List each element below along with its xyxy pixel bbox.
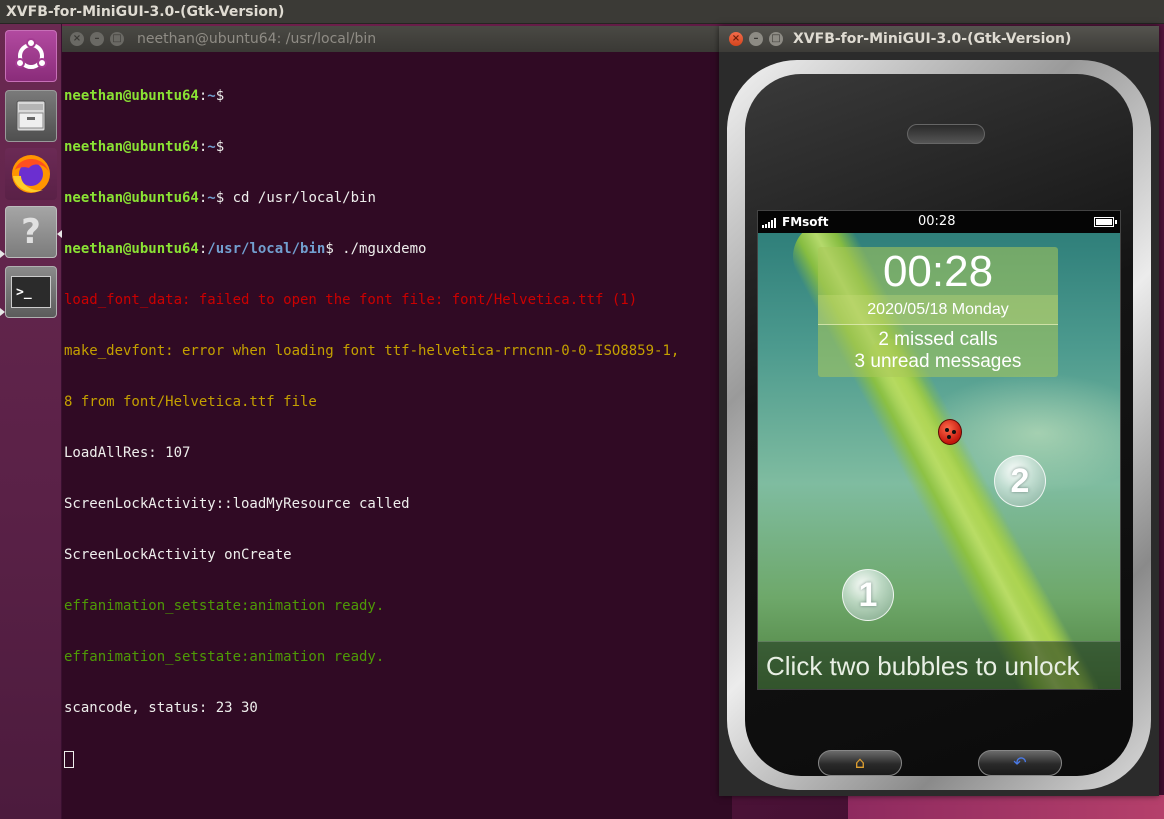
emulator-window[interactable]: × – □ XVFB-for-MiniGUI-3.0-(Gtk-Version)…	[719, 26, 1159, 796]
prompt-user: neethan@ubuntu64	[64, 88, 199, 104]
emulator-titlebar[interactable]: × – □ XVFB-for-MiniGUI-3.0-(Gtk-Version)	[719, 26, 1159, 52]
terminal-output-line: LoadAllRes: 107	[64, 445, 191, 461]
phone-home-button[interactable]: ⌂	[818, 750, 902, 776]
lock-info-card: 00:28 2020/05/18 Monday 2 missed calls 3…	[818, 247, 1058, 377]
active-window-title: XVFB-for-MiniGUI-3.0-(Gtk-Version)	[6, 4, 285, 20]
desktop-wallpaper-strip	[848, 795, 1164, 819]
emulator-minimize-button[interactable]: –	[749, 32, 763, 46]
terminal-output-line: ScreenLockActivity::loadMyResource calle…	[64, 496, 410, 512]
launcher-help[interactable]: ?	[5, 206, 57, 258]
terminal-prompt-line: neethan@ubuntu64:~$	[64, 88, 732, 105]
battery-icon	[1094, 217, 1117, 227]
wheat-graphic	[860, 331, 1106, 689]
carrier-name: FMsoft	[782, 215, 829, 229]
home-icon: ⌂	[854, 753, 866, 772]
terminal-output-line: make_devfont: error when loading font tt…	[64, 343, 680, 359]
launcher-files[interactable]	[5, 90, 57, 142]
terminal-maximize-button[interactable]: □	[110, 32, 124, 46]
top-panel: XVFB-for-MiniGUI-3.0-(Gtk-Version)	[0, 0, 1164, 24]
lock-date: 2020/05/18 Monday	[818, 295, 1058, 325]
launcher-ubuntu-dash[interactable]	[5, 30, 57, 82]
phone-back-button[interactable]: ↶	[978, 750, 1062, 776]
emulator-maximize-button[interactable]: □	[769, 32, 783, 46]
terminal-output[interactable]: neethan@ubuntu64:~$ neethan@ubuntu64:~$ …	[64, 54, 732, 802]
back-arrow-icon: ↶	[1013, 753, 1027, 772]
signal-icon	[762, 218, 776, 228]
prompt-user: neethan@ubuntu64	[64, 139, 199, 155]
terminal-icon-glyph: >_	[16, 284, 32, 300]
unlock-hint: Click two bubbles to unlock	[758, 641, 1120, 689]
terminal-title: neethan@ubuntu64: /usr/local/bin	[137, 31, 377, 47]
terminal-output-line: effanimation_setstate:animation ready.	[64, 598, 385, 614]
prompt-user: neethan@ubuntu64	[64, 190, 199, 206]
terminal-prompt-line: neethan@ubuntu64:~$	[64, 139, 732, 156]
terminal-prompt-line: neethan@ubuntu64:~$ cd /usr/local/bin	[64, 190, 732, 207]
terminal-window[interactable]: × – □ neethan@ubuntu64: /usr/local/bin n…	[62, 26, 732, 819]
terminal-output-line: load_font_data: failed to open the font …	[64, 292, 638, 308]
emulator-close-button[interactable]: ×	[729, 32, 743, 46]
launcher-firefox[interactable]	[5, 148, 57, 200]
prompt-dollar: $	[215, 139, 225, 155]
firefox-icon	[12, 155, 50, 193]
prompt-path: /usr/local/bin	[207, 241, 326, 257]
phone-screen[interactable]: FMsoft 00:28 00:28 2020/05/18 Monday 2 m…	[757, 210, 1121, 690]
terminal-output-line: 8 from font/Helvetica.ttf file	[64, 394, 317, 410]
ubuntu-logo-icon	[15, 38, 47, 69]
terminal-minimize-button[interactable]: –	[90, 32, 104, 46]
prompt-command: cd /usr/local/bin	[224, 190, 376, 206]
prompt-dollar: $	[215, 190, 225, 206]
launcher-running-indicator	[0, 250, 5, 258]
terminal-cursor-line	[64, 751, 732, 768]
unlock-bubble-1[interactable]: 1	[842, 569, 894, 621]
prompt-path: ~	[207, 190, 216, 206]
launcher-terminal[interactable]: >_	[5, 266, 57, 318]
phone-status-bar: FMsoft 00:28	[758, 211, 1120, 233]
emulator-display: FMsoft 00:28 00:28 2020/05/18 Monday 2 m…	[719, 52, 1159, 796]
question-icon: ?	[21, 212, 41, 252]
prompt-user: neethan@ubuntu64	[64, 241, 199, 257]
prompt-path: ~	[207, 88, 216, 104]
file-cabinet-icon	[16, 100, 46, 132]
emulator-title: XVFB-for-MiniGUI-3.0-(Gtk-Version)	[793, 31, 1072, 47]
prompt-command: ./mguxdemo	[333, 241, 427, 257]
terminal-cursor	[64, 751, 74, 768]
status-time: 00:28	[918, 214, 956, 229]
prompt-dollar: $	[215, 88, 225, 104]
lock-clock: 00:28	[882, 247, 994, 296]
terminal-output-line: effanimation_setstate:animation ready.	[64, 649, 385, 665]
lock-screen-wallpaper: 00:28 2020/05/18 Monday 2 missed calls 3…	[758, 233, 1120, 689]
unlock-bubble-2[interactable]: 2	[994, 455, 1046, 507]
terminal-close-button[interactable]: ×	[70, 32, 84, 46]
launcher: ? >_	[0, 24, 62, 819]
phone-speaker	[907, 124, 985, 144]
terminal-titlebar[interactable]: × – □ neethan@ubuntu64: /usr/local/bin	[62, 26, 732, 52]
terminal-output-line: ScreenLockActivity onCreate	[64, 547, 292, 563]
missed-calls-notification: 2 missed calls	[878, 329, 998, 350]
ladybug-graphic	[938, 419, 962, 445]
terminal-prompt-line: neethan@ubuntu64:/usr/local/bin$ ./mguxd…	[64, 241, 732, 258]
launcher-running-indicator	[0, 308, 5, 316]
prompt-path: ~	[207, 139, 216, 155]
unread-messages-notification: 3 unread messages	[854, 351, 1022, 372]
terminal-output-line: scancode, status: 23 30	[64, 700, 258, 716]
prompt-dollar: $	[325, 241, 334, 257]
terminal-icon: >_	[11, 276, 51, 308]
